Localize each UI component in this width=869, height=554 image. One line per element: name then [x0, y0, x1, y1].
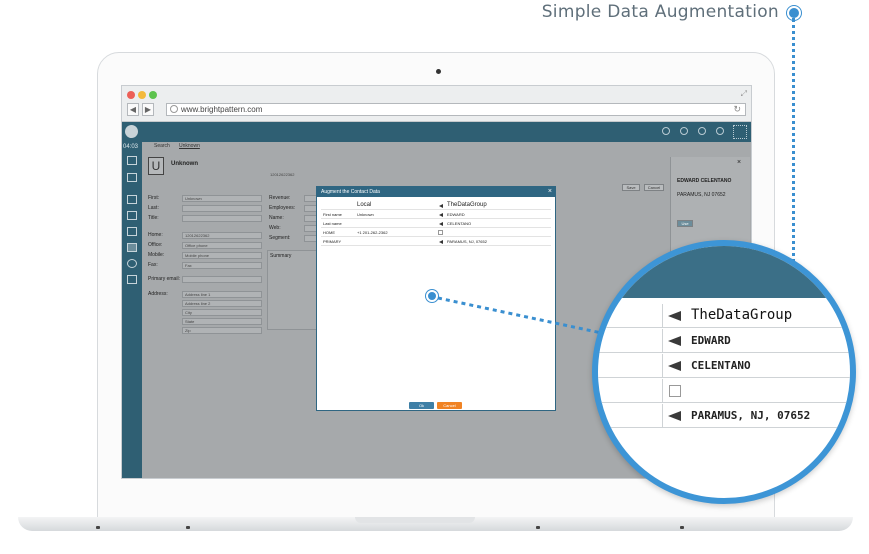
copy-arrow-icon[interactable] [668, 361, 681, 371]
magnifier-row: PARAMUS, NJ, 07652 [598, 404, 850, 428]
magnifier-row: EDWARD [598, 329, 850, 353]
magnifier-row [598, 379, 850, 403]
divider [662, 304, 663, 328]
connector-dot-icon [426, 290, 438, 302]
magnifier-text: CELENTANO [691, 359, 751, 372]
magnifier-text: PARAMUS, NJ, 07652 [691, 409, 811, 422]
divider [662, 329, 663, 353]
magnifier-text: TheDataGroup [691, 307, 793, 323]
magnifier: TheDataGroup EDWARD CELENTANO PARAMUS, N… [592, 240, 856, 504]
magnifier-row: CELENTANO [598, 354, 850, 378]
magnifier-text: EDWARD [691, 334, 731, 347]
magnifier-row: TheDataGroup [598, 304, 850, 328]
copy-arrow-icon[interactable] [668, 411, 681, 421]
divider [662, 354, 663, 378]
magnifier-header-bar [598, 246, 850, 298]
copy-arrow-icon[interactable] [668, 336, 681, 346]
divider [662, 379, 663, 403]
divider [662, 404, 663, 428]
copy-checkbox[interactable] [669, 385, 681, 397]
copy-arrow-icon[interactable] [668, 311, 681, 321]
